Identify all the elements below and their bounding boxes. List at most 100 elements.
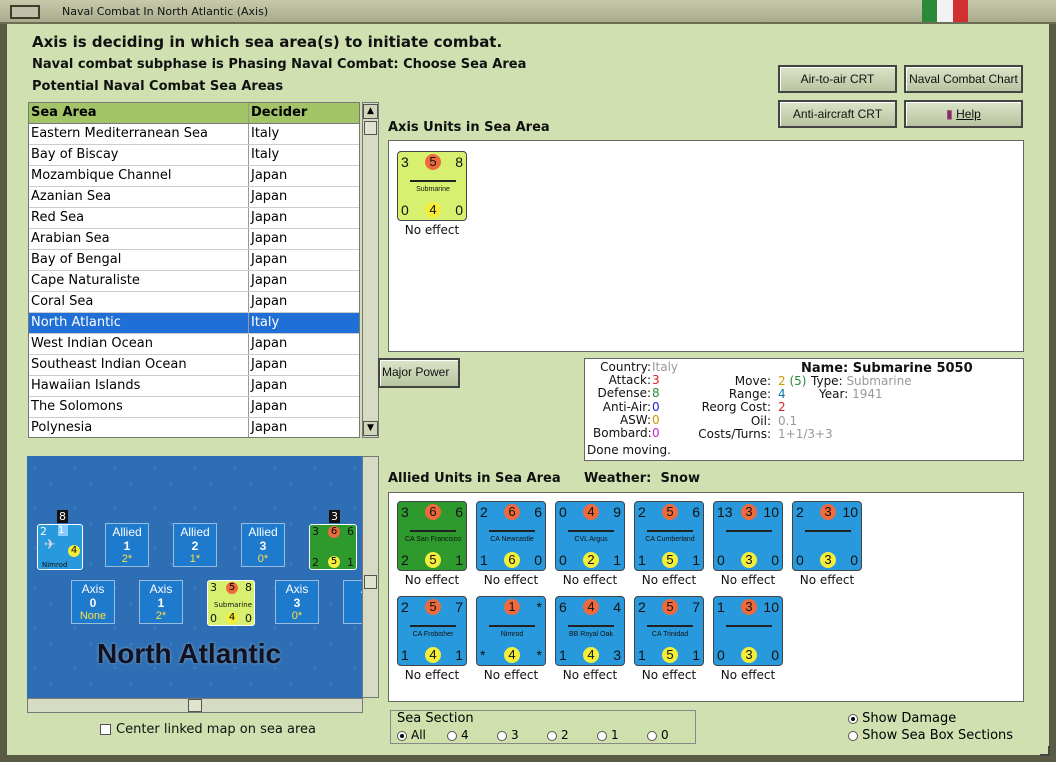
table-row[interactable]: Arabian Sea Japan bbox=[29, 229, 359, 250]
sea-area-cell: Azanian Sea bbox=[29, 187, 249, 207]
show-damage-radio[interactable] bbox=[848, 713, 858, 724]
unit-counter[interactable]: 0 4 9 0 2 1 CVL Argus bbox=[555, 501, 625, 571]
system-menu-button[interactable] bbox=[10, 5, 40, 19]
map-sea-box[interactable]: Allied 1 2* bbox=[105, 523, 149, 567]
table-row[interactable]: West Indian Ocean Japan bbox=[29, 334, 359, 355]
unit-counter[interactable]: 1 3 10 0 3 0 bbox=[713, 596, 783, 666]
unit-counter[interactable]: 2 5 7 1 4 1 CA Frobisher bbox=[397, 596, 467, 666]
table-row[interactable]: Eastern Mediterranean Sea Italy bbox=[29, 124, 359, 145]
naval-combat-chart-button[interactable]: Naval Combat Chart bbox=[904, 65, 1023, 93]
unit-counter[interactable]: 2 3 10 0 3 0 bbox=[792, 501, 862, 571]
sea-area-cell: Bay of Biscay bbox=[29, 145, 249, 165]
map-unit-nimrod[interactable]: 2 1 ✈ 4 Nimrod bbox=[37, 524, 83, 570]
major-power-button[interactable]: Major Power bbox=[378, 358, 460, 388]
combat-effect: No effect bbox=[404, 223, 460, 237]
unit-counter[interactable]: 6 4 4 1 4 3 BB Royal Oak bbox=[555, 596, 625, 666]
attack-circle: 4 bbox=[583, 504, 599, 520]
map-horizontal-scrollbar[interactable] bbox=[27, 698, 363, 713]
bottom-right-value: 0 bbox=[771, 647, 779, 663]
table-row[interactable]: The Solomons Japan bbox=[29, 397, 359, 418]
sea-area-map[interactable]: 2 1 ✈ 4 Nimrod 8 3 3 6 6 2 5 1 Allied 1 2*… bbox=[27, 456, 363, 698]
table-scrollbar[interactable]: ▲ ▼ bbox=[362, 102, 379, 438]
top-left-value: 3 bbox=[401, 504, 409, 520]
top-left-value: 13 bbox=[717, 504, 733, 520]
sea-box-number: 1 bbox=[157, 596, 165, 610]
table-row[interactable]: Polynesia Japan bbox=[29, 418, 359, 437]
show-damage-label: Show Damage bbox=[862, 711, 957, 726]
sea-box-moves: None bbox=[79, 610, 107, 622]
top-right-value: * bbox=[536, 599, 542, 615]
show-sections-radio[interactable] bbox=[848, 730, 858, 741]
resize-grip[interactable] bbox=[1040, 746, 1050, 756]
table-row[interactable]: Red Sea Japan bbox=[29, 208, 359, 229]
unit-counter[interactable]: 3 5 8 0 4 0 Submarine bbox=[397, 151, 467, 221]
sea-section-option[interactable]: 0 bbox=[647, 728, 697, 742]
table-row[interactable]: North Atlantic Italy bbox=[29, 313, 359, 334]
table-row[interactable]: Southeast Indian Ocean Japan bbox=[29, 355, 359, 376]
map-sea-box[interactable]: Axis 0 None bbox=[71, 580, 115, 624]
sea-section-option[interactable]: 1 bbox=[597, 728, 647, 742]
sea-section-radio[interactable] bbox=[447, 730, 457, 741]
map-sea-box[interactable]: A bbox=[343, 580, 363, 624]
help-button[interactable]: ▮ Help bbox=[904, 100, 1023, 128]
table-row[interactable]: Hawaiian Islands Japan bbox=[29, 376, 359, 397]
weather-value: Snow bbox=[660, 471, 700, 486]
oil-label: Oil: bbox=[750, 413, 771, 428]
show-sections-option[interactable]: Show Sea Box Sections bbox=[848, 728, 1013, 743]
scroll-down-icon[interactable]: ▼ bbox=[363, 421, 378, 436]
sea-section-radio[interactable] bbox=[547, 730, 557, 741]
center-linked-checkbox[interactable]: Center linked map on sea area bbox=[100, 722, 316, 737]
unit-counter[interactable]: 13 3 10 0 3 0 bbox=[713, 501, 783, 571]
unit-counter[interactable]: 2 5 6 1 5 1 CA Cumberland bbox=[634, 501, 704, 571]
map-sea-box[interactable]: Axis 3 0* bbox=[275, 580, 319, 624]
section-title: Potential Naval Combat Sea Areas bbox=[32, 79, 284, 94]
unit-counter[interactable]: 1 * * 4 * Nimrod bbox=[476, 596, 546, 666]
show-damage-option[interactable]: Show Damage bbox=[848, 711, 956, 726]
sea-section-option[interactable]: All bbox=[397, 728, 447, 742]
ship-silhouette-icon bbox=[568, 621, 614, 627]
unit-counter[interactable]: 2 6 6 1 6 0 CA Newcastle bbox=[476, 501, 546, 571]
bottom-right-value: 0 bbox=[771, 552, 779, 568]
map-sea-box[interactable]: Axis 1 2* bbox=[139, 580, 183, 624]
scroll-thumb[interactable] bbox=[364, 121, 377, 135]
table-row[interactable]: Cape Naturaliste Japan bbox=[29, 271, 359, 292]
title-bar[interactable]: Naval Combat In North Atlantic (Axis) bbox=[0, 0, 1056, 24]
bottom-left-value: 0 bbox=[401, 202, 409, 218]
combat-effect: No effect bbox=[562, 668, 618, 682]
sea-section-radio[interactable] bbox=[497, 730, 507, 741]
map-scroll-thumb[interactable] bbox=[364, 575, 377, 589]
defense-circle: 4 bbox=[583, 647, 599, 663]
table-row[interactable]: Bay of Biscay Italy bbox=[29, 145, 359, 166]
sea-section-option[interactable]: 3 bbox=[497, 728, 547, 742]
map-sea-area-title: North Atlantic bbox=[97, 638, 282, 669]
map-sea-box[interactable]: Allied 2 1* bbox=[173, 523, 217, 567]
air-to-air-crt-button[interactable]: Air-to-air CRT bbox=[778, 65, 897, 93]
allied-units-title: Allied Units in Sea Area bbox=[388, 471, 561, 486]
top-right-value: 8 bbox=[455, 154, 463, 170]
unit-counter[interactable]: 3 6 6 2 5 1 CA San Francisco bbox=[397, 501, 467, 571]
table-row[interactable]: Azanian Sea Japan bbox=[29, 187, 359, 208]
table-row[interactable]: Coral Sea Japan bbox=[29, 292, 359, 313]
table-row[interactable]: Bay of Bengal Japan bbox=[29, 250, 359, 271]
top-right-value: 10 bbox=[763, 504, 779, 520]
sea-section-radio[interactable] bbox=[397, 730, 407, 741]
scroll-up-icon[interactable]: ▲ bbox=[363, 104, 378, 119]
anti-aircraft-crt-button[interactable]: Anti-aircraft CRT bbox=[778, 100, 897, 128]
sea-box-number: 3 bbox=[293, 596, 301, 610]
map-unit-ca-san-francisco[interactable]: 3 6 6 2 5 1 bbox=[309, 524, 357, 570]
status-line-1: Axis is deciding in which sea area(s) to… bbox=[32, 33, 503, 51]
sea-section-option[interactable]: 2 bbox=[547, 728, 597, 742]
unit-info-labels-left: Country: Attack: Defense: Anti-Air: ASW:… bbox=[593, 360, 652, 440]
sea-section-radio[interactable] bbox=[647, 730, 657, 741]
table-row[interactable]: Mozambique Channel Japan bbox=[29, 166, 359, 187]
unit-counter[interactable]: 2 5 7 1 5 1 CA Trinidad bbox=[634, 596, 704, 666]
map-sea-box[interactable]: Allied 3 0* bbox=[241, 523, 285, 567]
ship-silhouette-icon bbox=[489, 621, 535, 627]
sea-section-option-label: 1 bbox=[611, 728, 619, 742]
map-hscroll-thumb[interactable] bbox=[188, 699, 202, 712]
sea-box-label: Axis bbox=[149, 582, 173, 596]
sea-section-radio[interactable] bbox=[597, 730, 607, 741]
map-vertical-scrollbar[interactable] bbox=[362, 456, 379, 698]
map-unit-submarine[interactable]: 3 5 8 Submarine 0 4 0 bbox=[207, 580, 255, 626]
sea-section-option[interactable]: 4 bbox=[447, 728, 497, 742]
